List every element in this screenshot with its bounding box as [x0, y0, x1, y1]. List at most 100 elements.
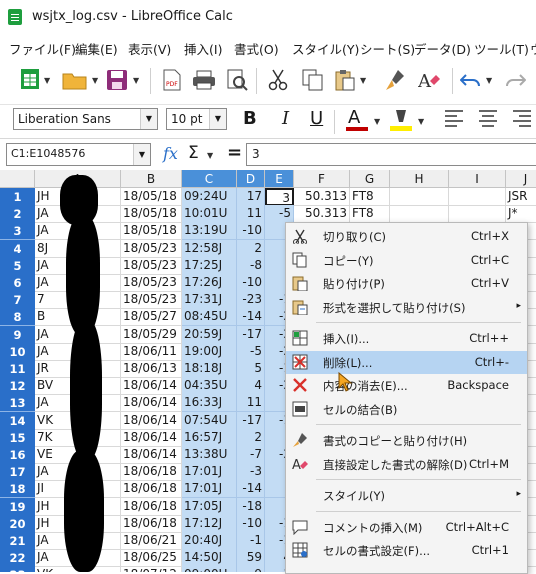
select-all-corner[interactable]: [0, 170, 35, 188]
row-header[interactable]: 3: [0, 222, 35, 241]
open-folder-icon[interactable]: [62, 70, 88, 90]
highlight-dropdown-icon[interactable]: ▼: [418, 117, 424, 126]
cell-j2[interactable]: J*: [506, 205, 536, 224]
cell-i2[interactable]: [449, 205, 506, 224]
cell-d11[interactable]: 5: [237, 360, 265, 378]
cell-c15[interactable]: 16:57J: [182, 428, 237, 447]
row-header[interactable]: 6: [0, 274, 35, 292]
highlight-color-icon[interactable]: [388, 107, 414, 133]
cell-d18[interactable]: -14: [237, 480, 265, 499]
cell-d22[interactable]: 59: [237, 549, 265, 568]
sum-icon[interactable]: Σ: [188, 143, 199, 163]
cell-c19[interactable]: 17:05J: [182, 497, 237, 516]
context-menu-item[interactable]: 書式のコピーと貼り付け(H): [286, 429, 527, 452]
cell-b11[interactable]: 18/06/13: [121, 360, 182, 378]
cell-b7[interactable]: 18/05/23: [121, 291, 182, 310]
cell-b16[interactable]: 18/06/14: [121, 446, 182, 464]
row-header[interactable]: 14: [0, 411, 35, 430]
align-left-icon[interactable]: [444, 109, 464, 127]
cell-c12[interactable]: 04:35U: [182, 377, 237, 396]
context-menu-item[interactable]: 削除(L)... Ctrl+-: [286, 350, 527, 374]
row-header[interactable]: 10: [0, 342, 35, 361]
cell-b19[interactable]: 18/06/18: [121, 497, 182, 516]
cell-c10[interactable]: 19:00J: [182, 342, 237, 361]
cell-d7[interactable]: -23: [237, 291, 265, 310]
row-header[interactable]: 1: [0, 188, 35, 206]
row-header[interactable]: 8: [0, 308, 35, 327]
sum-dropdown-icon[interactable]: ▼: [207, 151, 213, 160]
cell-b6[interactable]: 18/05/23: [121, 274, 182, 292]
context-menu-item[interactable]: 形式を選択して貼り付け(S) ▸: [286, 296, 527, 319]
context-menu-item[interactable]: コピー(Y) Ctrl+C: [286, 249, 527, 272]
cell-d5[interactable]: -8: [237, 256, 265, 275]
row-header[interactable]: 22: [0, 549, 35, 568]
cell-b18[interactable]: 18/06/18: [121, 480, 182, 499]
cell-c6[interactable]: 17:26J: [182, 274, 237, 292]
menu-format[interactable]: 書式(O): [234, 39, 279, 58]
cell-c1[interactable]: 09:24U: [182, 188, 237, 206]
column-header-b[interactable]: B: [121, 170, 182, 188]
cell-d12[interactable]: 4: [237, 377, 265, 396]
cell-i1[interactable]: [449, 188, 506, 206]
menu-styles[interactable]: スタイル(Y): [292, 39, 359, 58]
save-dropdown-icon[interactable]: ▼: [133, 76, 139, 85]
row-header[interactable]: 4: [0, 239, 35, 258]
cell-b13[interactable]: 18/06/14: [121, 394, 182, 413]
cell-c8[interactable]: 08:45U: [182, 308, 237, 327]
paste-icon[interactable]: [334, 69, 356, 91]
cell-c4[interactable]: 12:58J: [182, 239, 237, 258]
cell-b23[interactable]: 18/07/12: [121, 566, 182, 572]
row-header[interactable]: 19: [0, 497, 35, 516]
italic-icon[interactable]: I: [282, 108, 289, 129]
context-menu-item[interactable]: セルの結合(B): [286, 398, 527, 421]
row-header[interactable]: 13: [0, 394, 35, 413]
cell-b2[interactable]: 18/05/18: [121, 205, 182, 224]
formula-input[interactable]: 3: [246, 143, 536, 166]
export-pdf-icon[interactable]: PDF: [162, 69, 182, 91]
menu-view[interactable]: 表示(V): [128, 39, 171, 58]
align-center-icon[interactable]: [478, 109, 498, 127]
cell-g2[interactable]: FT8: [350, 205, 390, 224]
formula-icon[interactable]: =: [227, 142, 242, 163]
cell-h1[interactable]: [390, 188, 449, 206]
column-header-i[interactable]: I: [449, 170, 506, 188]
cell-b3[interactable]: 18/05/18: [121, 222, 182, 241]
cell-g1[interactable]: FT8: [350, 188, 390, 206]
cell-b20[interactable]: 18/06/18: [121, 514, 182, 533]
cell-d14[interactable]: -17: [237, 411, 265, 430]
cell-d3[interactable]: -10: [237, 222, 265, 241]
cell-c16[interactable]: 13:38U: [182, 446, 237, 464]
font-size-dropdown-icon[interactable]: ▼: [209, 109, 226, 129]
cell-c17[interactable]: 17:01J: [182, 463, 237, 482]
cell-b5[interactable]: 18/05/23: [121, 256, 182, 275]
copy-icon[interactable]: [302, 69, 324, 91]
cell-c23[interactable]: 09:00U: [182, 566, 237, 572]
cell-c2[interactable]: 10:01U: [182, 205, 237, 224]
new-dropdown-icon[interactable]: ▼: [44, 76, 50, 85]
context-menu-item[interactable]: 切り取り(C) Ctrl+X: [286, 225, 527, 248]
cell-h2[interactable]: [390, 205, 449, 224]
row-header[interactable]: 9: [0, 325, 35, 344]
cell-f2[interactable]: 50.313: [294, 205, 350, 224]
cell-c18[interactable]: 17:01J: [182, 480, 237, 499]
cut-icon[interactable]: [268, 69, 288, 91]
menu-insert[interactable]: 挿入(I): [184, 39, 222, 58]
cell-c5[interactable]: 17:25J: [182, 256, 237, 275]
menu-data[interactable]: データ(D): [414, 39, 471, 58]
cell-d15[interactable]: 2: [237, 428, 265, 447]
row-header[interactable]: 20: [0, 514, 35, 533]
cell-d20[interactable]: -10: [237, 514, 265, 533]
row-header[interactable]: 5: [0, 256, 35, 275]
context-menu-item[interactable]: A 直接設定した書式の解除(D) Ctrl+M: [286, 453, 527, 476]
cell-b22[interactable]: 18/06/25: [121, 549, 182, 568]
cell-c7[interactable]: 17:31J: [182, 291, 237, 310]
cell-c3[interactable]: 13:19U: [182, 222, 237, 241]
cell-d21[interactable]: -1: [237, 532, 265, 550]
cell-d13[interactable]: 11: [237, 394, 265, 413]
cell-b1[interactable]: 18/05/18: [121, 188, 182, 206]
row-header[interactable]: 16: [0, 446, 35, 464]
cell-d17[interactable]: -3: [237, 463, 265, 482]
print-icon[interactable]: [192, 70, 216, 90]
function-wizard-icon[interactable]: fx: [163, 144, 178, 163]
cell-b17[interactable]: 18/06/18: [121, 463, 182, 482]
